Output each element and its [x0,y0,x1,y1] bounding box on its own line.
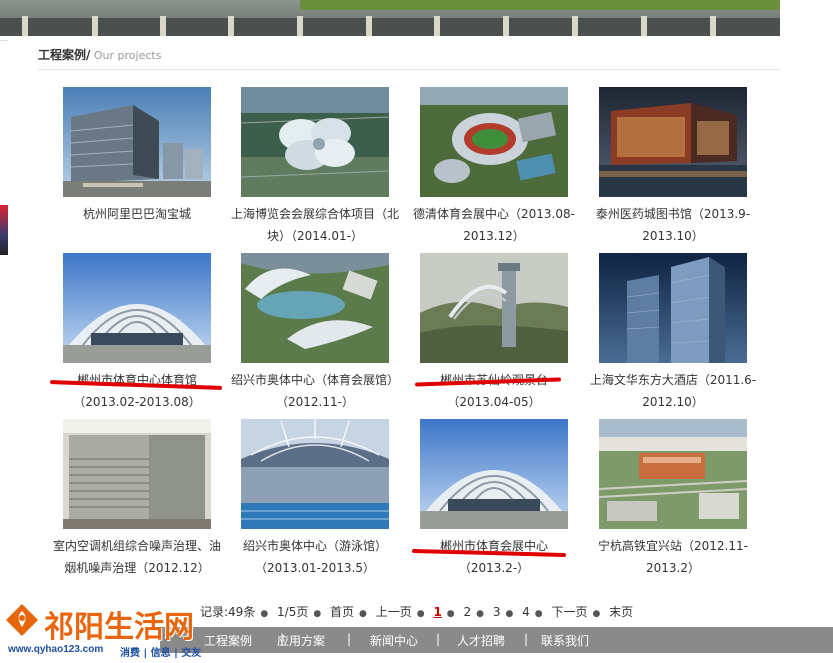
pager-dot: ● [313,609,322,619]
brand-mark-icon [6,604,38,636]
watermark-tags: 消费 | 信息 | 交友 [120,648,202,659]
pager-dot: ● [476,609,484,619]
project-card[interactable]: 宁杭高铁宜兴站（2012.11-2013.2） [584,419,762,579]
pager-page-link[interactable]: 2 [463,605,471,619]
project-caption[interactable]: 郴州市苏仙岭观景台（2013.04-05） [405,369,583,413]
footer-nav-separator: | [436,632,441,646]
site-watermark-logo: 祁阳生活网 www.qyhao123.com 消费 | 信息 | 交友 [0,600,204,663]
top-banner-image [0,0,780,36]
project-card[interactable]: 泰州医药城图书馆（2013.9-2013.10） [584,87,762,247]
project-caption[interactable]: 上海文华东方大酒店（2011.6-2012.10） [584,369,762,413]
glass-towers-image[interactable] [599,253,747,363]
pager-records: 记录:49条 [200,605,256,619]
section-subtitle: Our projects [90,49,162,62]
left-edge-fragment [0,40,8,41]
footer-nav-separator: | [347,632,352,646]
pager-prev-link[interactable]: 上一页 [376,605,412,619]
pager-first-link[interactable]: 首页 [330,605,354,619]
project-card[interactable]: 郴州市苏仙岭观景台（2013.04-05） [405,253,583,413]
project-caption[interactable]: 德清体育会展中心（2013.08-2013.12） [405,203,583,247]
project-caption[interactable]: 绍兴市奥体中心（游泳馆）（2013.01-2013.5） [226,535,404,579]
footer-nav-jobs[interactable]: 人才招聘 [457,632,505,649]
pager-dot: ● [505,609,514,619]
pager-dot: ● [260,609,269,619]
project-caption[interactable]: 郴州市体育中心体育馆（2013.02-2013.08） [48,369,226,413]
pager-last-link[interactable]: 末页 [609,605,633,619]
project-caption[interactable]: 杭州阿里巴巴淘宝城 [48,203,226,225]
swimming-hall-image[interactable] [241,419,389,529]
pagination: 记录:49条 ● 1/5页 ● 首页 ● 上一页 ● 1 ● 2 ● 3 ● 4 ● 下一页 ● … [200,603,638,620]
pager-page-link[interactable]: 3 [493,605,501,619]
footer-nav-news[interactable]: 新闻中心 [370,632,418,649]
project-card[interactable]: 杭州阿里巴巴淘宝城 [48,87,226,225]
project-card[interactable]: 室内空调机组综合噪声治理、油烟机噪声治理（2012.12） [48,419,226,579]
lake-complex-image[interactable] [241,253,389,363]
arched-gym-image[interactable] [420,419,568,529]
section-divider [38,69,780,70]
pager-dot: ● [592,609,601,619]
section-title: 工程案例/ Our projects [38,46,161,63]
project-card[interactable]: 绍兴市奥体中心（体育会展馆）（2012.11-） [226,253,404,413]
arched-gym-image[interactable] [63,253,211,363]
footer-nav: 工程案例 | 应用方案 | 新闻中心 | 人才招聘 | 联系我们 [160,627,833,653]
project-card[interactable]: 德清体育会展中心（2013.08-2013.12） [405,87,583,247]
pager-current-page[interactable]: 1 [433,605,441,619]
pager-dot: ● [446,609,455,619]
project-caption[interactable]: 泰州医药城图书馆（2013.9-2013.10） [584,203,762,247]
library-building-image[interactable] [599,87,747,197]
pager-dot: ● [359,609,367,619]
office-buildings-image[interactable] [63,87,211,197]
footer-nav-projects[interactable]: 工程案例 [204,632,252,649]
clover-dome-image[interactable] [241,87,389,197]
railway-station-image[interactable] [599,419,747,529]
project-caption[interactable]: 上海博览会会展综合体项目（北块）（2014.01-） [226,203,404,247]
project-caption[interactable]: 宁杭高铁宜兴站（2012.11-2013.2） [584,535,762,579]
project-caption[interactable]: 郴州市体育会展中心（2013.2-） [405,535,583,579]
pager-page-link[interactable]: 4 [522,605,530,619]
ac-units-image[interactable] [63,419,211,529]
pager-page-count: 1/5页 [277,605,309,619]
pager-dot: ● [534,609,543,619]
footer-nav-separator: | [524,632,529,646]
section-title-text: 工程案例/ [38,48,91,62]
footer-nav-solutions[interactable]: 应用方案 [277,632,325,649]
project-caption[interactable]: 室内空调机组综合噪声治理、油烟机噪声治理（2012.12） [48,535,226,579]
project-card[interactable]: 上海博览会会展综合体项目（北块）（2014.01-） [226,87,404,247]
footer-nav-contact[interactable]: 联系我们 [541,632,589,649]
watermark-brand: 祁阳生活网 [44,610,194,645]
lookout-tower-image[interactable] [420,253,568,363]
pager-dot: ● [416,609,425,619]
project-card[interactable]: 上海文华东方大酒店（2011.6-2012.10） [584,253,762,413]
project-caption[interactable]: 绍兴市奥体中心（体育会展馆）（2012.11-） [226,369,404,413]
stadium-aerial-image[interactable] [420,87,568,197]
watermark-url: www.qyhao123.com [8,644,104,655]
left-edge-image-fragment [0,205,8,255]
pager-next-link[interactable]: 下一页 [551,605,587,619]
project-card[interactable]: 绍兴市奥体中心（游泳馆）（2013.01-2013.5） [226,419,404,579]
